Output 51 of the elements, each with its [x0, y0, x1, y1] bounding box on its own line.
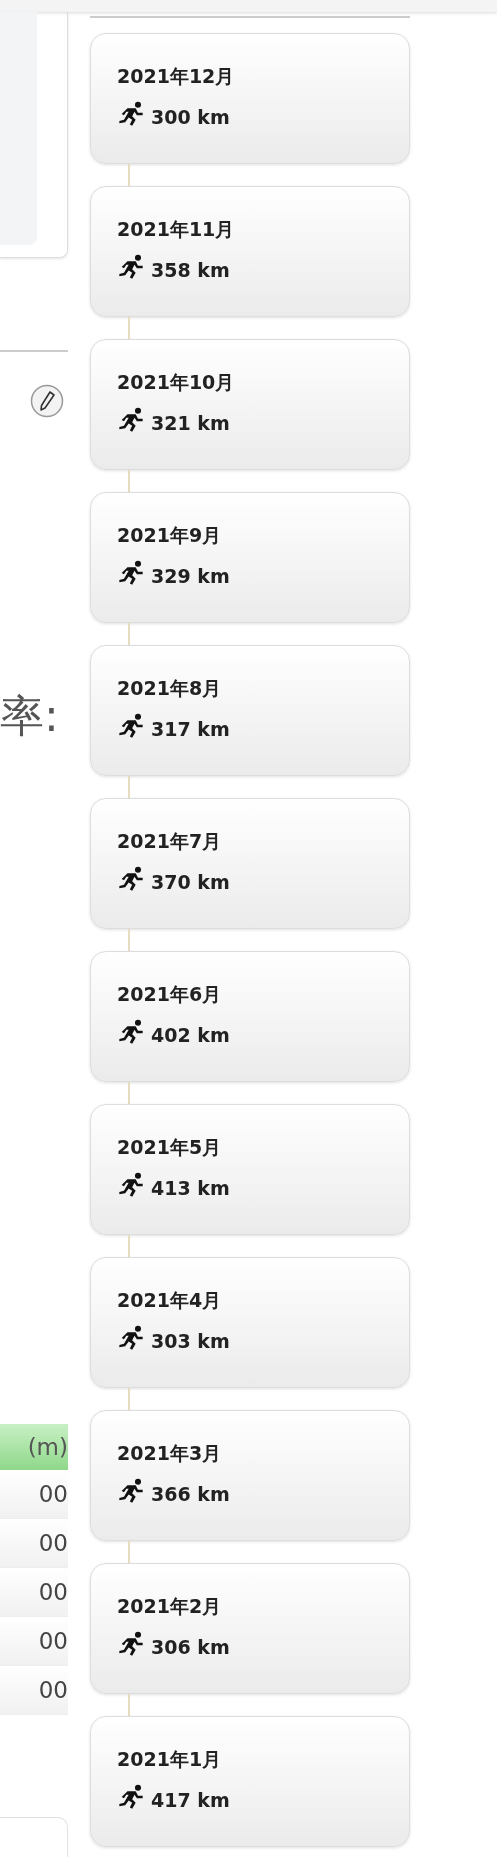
table-header: (m): [0, 1423, 68, 1470]
distance-text: 306 km: [151, 1636, 230, 1658]
runner-icon: [117, 1477, 145, 1505]
month-card[interactable]: 2021年7月 370 km: [90, 798, 410, 929]
month-label: 2021年12月: [117, 64, 236, 89]
month-card[interactable]: 2021年1月 417 km: [90, 1716, 410, 1847]
runner-icon: [117, 559, 145, 587]
distance-text: 317 km: [151, 718, 230, 740]
runner-icon: [117, 1018, 145, 1046]
month-card[interactable]: 2021年11月 358 km: [90, 186, 410, 317]
month-label: 2021年1月: [117, 1747, 223, 1772]
month-label: 2021年7月: [117, 829, 223, 854]
runner-icon: [117, 1630, 145, 1658]
month-card[interactable]: 2021年4月 303 km: [90, 1257, 410, 1388]
month-label: 2021年9月: [117, 523, 223, 548]
month-label: 2021年2月: [117, 1594, 223, 1619]
runner-icon: [117, 712, 145, 740]
distance-text: 329 km: [151, 565, 230, 587]
month-label: 2021年11月: [117, 217, 236, 242]
month-card[interactable]: 2021年6月 402 km: [90, 951, 410, 1082]
month-card[interactable]: 2021年5月 413 km: [90, 1104, 410, 1235]
distance-text: 321 km: [151, 412, 230, 434]
distance-text: 366 km: [151, 1483, 230, 1505]
runner-icon: [117, 865, 145, 893]
runner-icon: [117, 1324, 145, 1352]
distance-text: 417 km: [151, 1789, 230, 1811]
month-label: 2021年5月: [117, 1135, 223, 1160]
runner-icon: [117, 100, 145, 128]
distance-text: 303 km: [151, 1330, 230, 1352]
month-card[interactable]: 2021年9月 329 km: [90, 492, 410, 623]
month-label: 2021年4月: [117, 1288, 223, 1313]
runner-icon: [117, 253, 145, 281]
month-label: 2021年8月: [117, 676, 223, 701]
month-card[interactable]: 2021年12月 300 km: [90, 33, 410, 164]
edit-icon[interactable]: [30, 383, 64, 418]
month-label: 2021年3月: [117, 1441, 223, 1466]
distance-text: 402 km: [151, 1024, 230, 1046]
month-label: 2021年10月: [117, 370, 236, 395]
distance-text: 300 km: [151, 106, 230, 128]
runner-icon: [117, 406, 145, 434]
month-card[interactable]: 2021年3月 366 km: [90, 1410, 410, 1541]
runner-icon: [117, 1783, 145, 1811]
runner-icon: [117, 1171, 145, 1199]
month-card[interactable]: 2021年8月 317 km: [90, 645, 410, 776]
month-card[interactable]: 2021年2月 306 km: [90, 1563, 410, 1694]
rate-label: 率:: [0, 688, 60, 743]
distance-text: 370 km: [151, 871, 230, 893]
distance-text: 358 km: [151, 259, 230, 281]
distance-text: 413 km: [151, 1177, 230, 1199]
month-card[interactable]: 2021年10月 321 km: [90, 339, 410, 470]
month-label: 2021年6月: [117, 982, 223, 1007]
